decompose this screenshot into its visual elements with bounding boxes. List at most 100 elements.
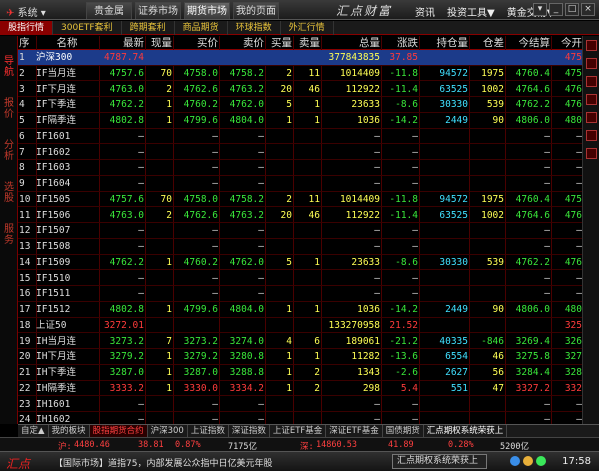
table-row[interactable]: 18 上证50 3272.01 133270958 21.52 325	[18, 318, 582, 334]
header-col-ask-vol[interactable]: 卖量	[294, 36, 320, 50]
header-col-total-vol[interactable]: 总量	[322, 36, 380, 50]
network-icon[interactable]	[510, 456, 520, 466]
btab-sz-index[interactable]: 深证指数	[229, 425, 270, 437]
table-row[interactable]: 9 IF1604 — — — — — — —	[18, 176, 582, 192]
table-row[interactable]: 16 IF1511 — — — — — — —	[18, 286, 582, 302]
table-row[interactable]: 11 IF1506 4763.0 2 4762.6 4763.2 20 46 112922 -11…	[18, 208, 582, 224]
cell-empty	[470, 50, 504, 65]
header-col-change[interactable]: 涨跌	[382, 36, 418, 50]
table-row[interactable]: 3 IF下月连 4763.0 2 4762.6 4763.2 20 46 112922 -11.4…	[18, 82, 582, 98]
table-row[interactable]: 19 IH当月连 3273.2 7 3273.2 3274.0 4 6 189061 -21.2 4…	[18, 334, 582, 350]
news-ticker[interactable]: 【国际市场】道指75，内部发展公众指中日亿美元年股	[54, 456, 272, 469]
cell-empty	[470, 412, 504, 424]
table-row[interactable]: 12 IF1507 — — — — — — —	[18, 223, 582, 239]
table-row[interactable]: 14 IF1509 4762.2 1 4760.2 4762.0 5 1 23633 -8.6 30…	[18, 255, 582, 271]
system-menu[interactable]: ✈ 系统 ▾	[6, 4, 46, 19]
tab-precious-metals[interactable]: 贵金属	[86, 2, 132, 19]
subtab-commodity-futures[interactable]: 商品期货	[175, 21, 228, 35]
btab-sz-etf[interactable]: 深证ETF基金	[326, 425, 383, 437]
header-col-open-interest[interactable]: 持仓量	[420, 36, 469, 50]
info-box[interactable]: 汇点期权系统荣获上	[392, 454, 487, 469]
table-row[interactable]: 24 IH1602 — — — — — — —	[18, 412, 582, 424]
left-nav-stock-picker[interactable]: 选股	[3, 182, 15, 204]
close-icon[interactable]: ×	[581, 3, 595, 16]
cell-empty: —	[412, 288, 418, 300]
subtab-calendar-arbitrage[interactable]: 跨期套利	[122, 21, 175, 35]
maximize-icon[interactable]: □	[565, 3, 579, 16]
cell-settle: 3275.8	[515, 351, 550, 363]
toolbar-chart-icon[interactable]	[586, 58, 597, 69]
cell-empty: —	[544, 241, 550, 252]
tab-securities-market[interactable]: 证券市场	[135, 2, 181, 19]
toolbar-list-icon[interactable]	[586, 76, 597, 87]
minimize-icon[interactable]: _	[549, 3, 563, 16]
tab-my-page[interactable]: 我的页面	[233, 2, 279, 19]
btab-sh-etf[interactable]: 上证ETF基金	[270, 425, 327, 437]
dropdown-icon[interactable]: ▾	[533, 3, 547, 16]
header-col-ask[interactable]: 卖价	[220, 36, 264, 50]
table-row[interactable]: 2 IF当月连 4757.6 70 4758.0 4758.2 2 11 1014409 -11.…	[18, 66, 582, 82]
cell-empty: —	[258, 130, 264, 142]
left-nav-strip: 导航 报价 分析 选股 服务	[0, 36, 18, 424]
header-col-open[interactable]: 今开	[552, 36, 582, 50]
cell-empty: —	[138, 241, 144, 252]
header-col-bid[interactable]: 买价	[174, 36, 218, 50]
subtab-global-indices[interactable]: 环球指数	[228, 21, 281, 35]
table-row[interactable]: 6 IF1601 — — — — — — —	[18, 129, 582, 145]
toolbar-quote-icon[interactable]	[586, 40, 597, 51]
menu-investment-tools[interactable]: 投资工具▼	[447, 4, 495, 19]
header-col-settle[interactable]: 今结算	[506, 36, 551, 50]
menu-news[interactable]: 资讯	[415, 4, 435, 19]
table-row[interactable]: 15 IF1510 — — — — — — —	[18, 271, 582, 287]
left-nav-analysis[interactable]: 分析	[3, 140, 15, 162]
btab-news-ticker[interactable]: 汇点期权系统荣获上	[424, 425, 508, 437]
top-tabs: 贵金属 证券市场 期货市场 我的页面	[86, 2, 282, 20]
header-col-volume[interactable]: 现量	[146, 36, 172, 50]
btab-sh-index[interactable]: 上证指数	[188, 425, 229, 437]
tab-futures-market[interactable]: 期货市场	[184, 2, 230, 19]
cell-bid-vol: 1	[286, 115, 292, 126]
cell-empty	[506, 50, 550, 65]
btab-index-futures[interactable]: 股指期货合约	[89, 425, 148, 437]
table-row[interactable]: 4 IF下季连 4762.2 1 4760.2 4762.0 5 1 23633 -8.6 3033…	[18, 97, 582, 113]
cell-name: IH1602	[36, 414, 71, 424]
table-row[interactable]: 13 IF1508 — — — — — — —	[18, 239, 582, 255]
table-row[interactable]: 5 IF隔季连 4802.8 1 4799.6 4804.0 1 1 1036 -14.2 2449…	[18, 113, 582, 129]
toolbar-user-icon[interactable]	[586, 148, 597, 159]
toolbar-alert-icon[interactable]	[586, 130, 597, 141]
table-row[interactable]: 23 IH1601 — — — — — — —	[18, 397, 582, 413]
app-logo: 汇点	[6, 457, 31, 471]
btab-bond-futures[interactable]: 国债期货	[383, 425, 424, 437]
toolbar-grid-icon[interactable]	[586, 94, 597, 105]
header-col-last[interactable]: 最新	[100, 36, 144, 50]
cell-name: IH1601	[36, 398, 71, 410]
subtab-index-futures[interactable]: 股指行情	[0, 21, 54, 35]
connection-icon[interactable]	[536, 456, 546, 466]
table-row[interactable]: 21 IH下季连 3287.0 1 3287.0 3288.8 1 2 1343 -2.6 2627…	[18, 365, 582, 381]
left-nav-service[interactable]: 服务	[3, 224, 15, 246]
subtab-forex[interactable]: 外汇行情	[281, 21, 334, 35]
toolbar-calc-icon[interactable]	[586, 112, 597, 123]
btab-custom[interactable]: 自定▲	[18, 425, 49, 437]
left-nav-navigate[interactable]: 导航	[3, 56, 15, 78]
volume-icon[interactable]	[523, 456, 533, 466]
table-row[interactable]: 8 IF1603 — — — — — — —	[18, 160, 582, 176]
cell-ask: 4762.0	[229, 256, 264, 268]
cell-ask: 4804.0	[229, 304, 264, 315]
table-row[interactable]: 17 IF1512 4802.8 1 4799.6 4804.0 1 1 1036 -14.2 24…	[18, 302, 582, 318]
header-col-name[interactable]: 名称	[36, 36, 98, 50]
left-nav-quote[interactable]: 报价	[3, 98, 15, 120]
table-row[interactable]: 20 IH下月连 3279.2 1 3279.2 3280.8 1 1 11282 -13.6 65…	[18, 349, 582, 365]
cell-index: 17	[19, 304, 31, 315]
cell-empty: —	[138, 398, 144, 410]
btab-hs300[interactable]: 沪深300	[148, 425, 188, 437]
table-row[interactable]: 22 IH隔季连 3333.2 1 3330.0 3334.2 1 2 298 5.4 551 47 3…	[18, 381, 582, 397]
table-row[interactable]: 1 沪深300 4787.74 377843835 37.85 475	[18, 50, 582, 66]
table-row[interactable]: 7 IF1602 — — — — — — —	[18, 145, 582, 161]
table-row[interactable]: 10 IF1505 4757.6 70 4758.0 4758.2 2 11 1014409 -1…	[18, 192, 582, 208]
header-col-bid-vol[interactable]: 买量	[266, 36, 292, 50]
header-col-oi-change[interactable]: 仓差	[470, 36, 504, 50]
header-col-index[interactable]: 序	[19, 36, 35, 50]
subtab-300etf-arbitrage[interactable]: 300ETF套利	[53, 21, 122, 35]
btab-my-sectors[interactable]: 我的板块	[49, 425, 90, 437]
